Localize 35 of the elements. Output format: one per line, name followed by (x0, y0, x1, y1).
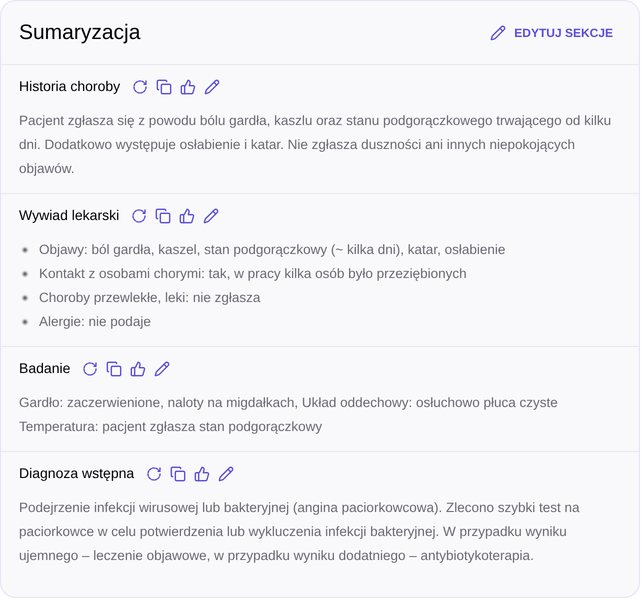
section-title: Historia choroby (19, 77, 120, 96)
section-text: Podejrzenie infekcji wirusowej lub bakteryjnej (angina paciorkowcowa). Zlecono szybki test na paciorkowce w celu potwierdzenia lub wykluczenia infekcji bakteryjnej. W przypadku wyniku ujemnego – leczenie objawowe, w przypadku wyniku dodatniego – antybiotykoterapia. (19, 499, 581, 565)
regenerate-icon[interactable] (146, 466, 162, 482)
section-line: Temperatura: pacjent zgłasza stan podgorączkowy (19, 418, 324, 436)
copy-icon[interactable] (170, 466, 186, 482)
card-title: Sumaryzacja (19, 20, 140, 46)
list-item-text: Alergie: nie podaje (39, 313, 151, 331)
bullet-icon (23, 272, 27, 276)
thumbs-up-icon[interactable] (130, 360, 146, 376)
list-item-text: Choroby przewlekłe, leki: nie zgłasza (39, 289, 260, 307)
thumbs-up-icon[interactable] (194, 466, 210, 482)
copy-icon[interactable] (106, 360, 122, 376)
regenerate-icon[interactable] (131, 208, 148, 224)
thumbs-up-icon[interactable] (179, 208, 196, 224)
section-text: Pacjent zgłasza się z powodu bólu gardła, kaszlu oraz stanu podgorączkowego trwającego od kilku dni. Dodatkowo występuje osłabienie i katar. Nie zgłasza duszności ani innych niepokojących objawów. (19, 112, 612, 178)
pencil-icon (490, 24, 506, 40)
pencil-icon[interactable] (204, 78, 220, 94)
copy-icon[interactable] (156, 78, 172, 94)
section-title: Badanie (19, 359, 70, 378)
copy-icon[interactable] (155, 208, 172, 224)
section-title: Diagnoza wstępna (19, 464, 134, 483)
pencil-icon[interactable] (218, 466, 234, 482)
regenerate-icon[interactable] (132, 78, 148, 94)
bullet-icon (23, 248, 27, 252)
bullet-icon (23, 296, 27, 300)
section-line: Gardło: zaczerwienione, naloty na migdałkach, Układ oddechowy: osłuchowo płuca czyste (19, 394, 559, 412)
list-item-text: Kontakt z osobami chorymi: tak, w pracy kilka osób było przeziębionych (39, 265, 467, 283)
pencil-icon[interactable] (154, 360, 170, 376)
regenerate-icon[interactable] (82, 360, 98, 376)
list-item-text: Objawy: ból gardła, kaszel, stan podgorączkowy (~ kilka dni), katar, osłabienie (39, 241, 506, 259)
pencil-icon[interactable] (203, 208, 220, 224)
edit-sections-button[interactable]: EDYTUJ SEKCJE (490, 24, 613, 42)
bullet-icon (23, 320, 27, 324)
section-title: Wywiad lekarski (19, 206, 120, 225)
thumbs-up-icon[interactable] (180, 78, 196, 94)
